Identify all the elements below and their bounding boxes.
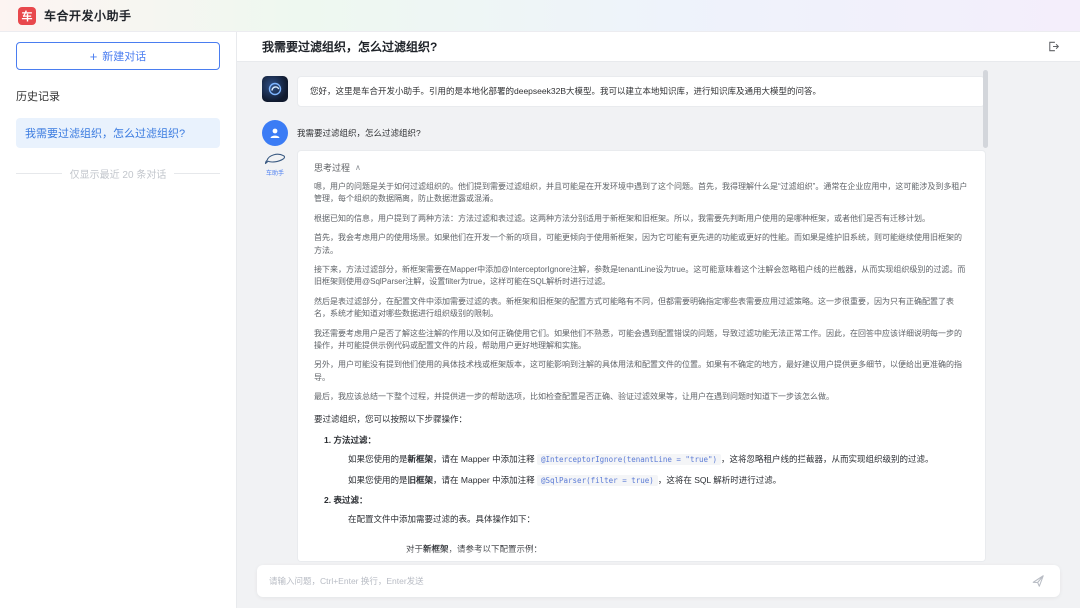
new-chat-button[interactable]: + 新建对话	[16, 42, 220, 70]
text-run: ，请在 Mapper 中添加注释	[433, 454, 537, 464]
user-message-row: 我需要过滤组织，怎么过滤组织?	[262, 120, 421, 146]
logo-glyph: 车	[22, 8, 33, 24]
inline-code: @SqlParser(filter = true)	[537, 475, 658, 486]
text-run: 对于	[406, 544, 423, 554]
conversation-title: 我需要过滤组织，怎么过滤组织?	[262, 38, 1044, 55]
text-run: ，这将忽略租户线的拦截器，从而实现组织级别的过滤。	[721, 454, 934, 464]
chat-header: 我需要过滤组织，怎么过滤组织?	[237, 32, 1080, 62]
thinking-paragraph: 根据已知的信息，用户提到了两种方法：方法过滤和表过滤。这两种方法分别适用于新框架…	[314, 213, 969, 225]
text-run: ，这将在 SQL 解析时进行过滤。	[658, 475, 781, 485]
app-logo: 车	[18, 7, 36, 25]
app-window: 车 车合开发小助手 + 新建对话 历史记录 我需要过滤组织，怎么过滤组织? 仅显…	[0, 0, 1080, 608]
thinking-toggle[interactable]: 思考过程 ∧	[314, 161, 969, 174]
assistant-avatar	[262, 76, 288, 102]
assistant-answer-row: 车助手 思考过程 ∧ 嗯，用户的问题是关于如何过滤组织的。他们提到需要过滤组织，…	[262, 150, 986, 562]
answer-step-1: 1. 方法过滤：	[314, 434, 969, 446]
step-title: 方法过滤：	[333, 435, 376, 445]
text-run: ，请在 Mapper 中添加注释	[433, 475, 537, 485]
thinking-paragraph: 首先，我会考虑用户的使用场景。如果他们在开发一个新的项目，可能更倾向于使用新框架…	[314, 232, 969, 257]
message-composer	[257, 565, 1060, 597]
divider-line	[16, 173, 62, 174]
app-title: 车合开发小助手	[44, 7, 132, 24]
whale-icon	[263, 150, 287, 167]
answer-step1-line1: 如果您使用的是新框架，请在 Mapper 中添加注释 @InterceptorI…	[314, 453, 969, 467]
chat-scroll-area[interactable]: 您好，这里是车合开发小助手。引用的是本地化部署的deepseek32B大模型。我…	[237, 62, 1080, 608]
main-area: 我需要过滤组织，怎么过滤组织? 您好，这里是车合开发小助手。引用的是本地化部署的…	[237, 32, 1080, 608]
answer-section: 要过滤组织，您可以按照以下步骤操作： 1. 方法过滤： 如果您使用的是新框架，请…	[314, 413, 969, 562]
send-icon[interactable]	[1028, 571, 1048, 591]
message-input[interactable]	[269, 576, 1028, 586]
answer-step2-line2: 对于新框架，请参考以下配置示例：	[314, 543, 969, 557]
sidebar-history-item-active[interactable]: 我需要过滤组织，怎么过滤组织?	[16, 118, 220, 148]
text-run: 如果您使用的是	[348, 454, 408, 464]
inline-code: @InterceptorIgnore(tenantLine = "true")	[537, 454, 721, 465]
scrollbar-thumb[interactable]	[983, 70, 988, 148]
assistant-greeting-bubble: 您好，这里是车合开发小助手。引用的是本地化部署的deepseek32B大模型。我…	[297, 76, 985, 107]
thinking-paragraph: 接下来，方法过滤部分，新框架需要在Mapper中添加@InterceptorIg…	[314, 264, 969, 289]
answer-step1-line2: 如果您使用的是旧框架，请在 Mapper 中添加注释 @SqlParser(fi…	[314, 474, 969, 488]
history-limit-note: 仅显示最近 20 条对话	[16, 166, 220, 181]
answer-step-2: 2. 表过滤：	[314, 494, 969, 506]
user-avatar	[262, 120, 288, 146]
bot-avatar-label: 车助手	[266, 168, 284, 177]
divider-line	[174, 173, 220, 174]
user-question-text: 我需要过滤组织，怎么过滤组织?	[297, 120, 421, 139]
answer-card: 思考过程 ∧ 嗯，用户的问题是关于如何过滤组织的。他们提到需要过滤组织，并且可能…	[297, 150, 986, 562]
step-number: 1.	[324, 435, 331, 445]
answer-step2-line1: 在配置文件中添加需要过滤的表。具体操作如下：	[314, 513, 969, 527]
text-run: 如果您使用的是	[348, 475, 408, 485]
text-run: ，请参考以下配置示例：	[449, 544, 543, 554]
bot-avatar-column: 车助手	[262, 150, 288, 177]
thinking-paragraph: 然后是表过滤部分，在配置文件中添加需要过滤的表。新框架和旧框架的配置方式可能略有…	[314, 296, 969, 321]
history-section-label: 历史记录	[16, 88, 220, 104]
export-icon[interactable]	[1044, 38, 1062, 56]
thinking-label: 思考过程	[314, 161, 350, 174]
history-limit-text: 仅显示最近 20 条对话	[70, 166, 167, 181]
assistant-message-row: 您好，这里是车合开发小助手。引用的是本地化部署的deepseek32B大模型。我…	[262, 76, 985, 107]
top-bar: 车 车合开发小助手	[0, 0, 1080, 32]
bold-run: 旧框架	[408, 475, 434, 485]
new-chat-label: 新建对话	[102, 48, 146, 64]
thinking-paragraph: 嗯，用户的问题是关于如何过滤组织的。他们提到需要过滤组织，并且可能是在开发环境中…	[314, 181, 969, 206]
thinking-paragraph: 我还需要考虑用户是否了解这些注解的作用以及如何正确使用它们。如果他们不熟悉，可能…	[314, 328, 969, 353]
bold-run: 新框架	[408, 454, 434, 464]
thinking-paragraph: 另外，用户可能没有提到他们使用的具体技术栈或框架版本，这可能影响到注解的具体用法…	[314, 359, 969, 384]
step-number: 2.	[324, 495, 331, 505]
step-title: 表过滤：	[333, 495, 367, 505]
sidebar: + 新建对话 历史记录 我需要过滤组织，怎么过滤组织? 仅显示最近 20 条对话	[0, 32, 237, 608]
answer-intro: 要过滤组织，您可以按照以下步骤操作：	[314, 413, 969, 427]
plus-icon: +	[90, 50, 98, 63]
bold-run: 新框架	[423, 544, 449, 554]
chevron-up-icon: ∧	[355, 163, 361, 172]
thinking-paragraph: 最后，我应该总结一下整个过程，并提供进一步的帮助选项，比如检查配置是否正确、验证…	[314, 391, 969, 403]
